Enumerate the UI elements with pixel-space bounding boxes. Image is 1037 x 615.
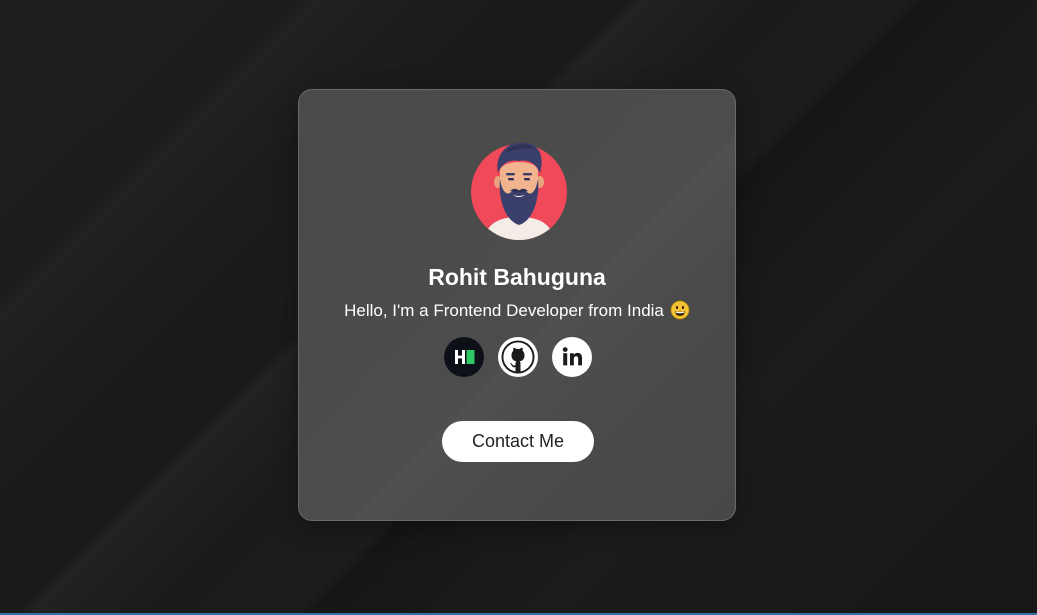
social-links	[444, 337, 594, 379]
linkedin-icon[interactable]	[552, 337, 592, 377]
tagline-text: Hello, I'm a Frontend Developer from Ind…	[344, 301, 664, 320]
hackerrank-icon[interactable]	[444, 337, 484, 377]
contact-me-button[interactable]: Contact Me	[442, 421, 594, 462]
profile-card: Rohit Bahuguna Hello, I'm a Frontend Dev…	[298, 89, 736, 521]
github-icon[interactable]	[498, 337, 538, 377]
grinning-face-emoji-icon	[670, 300, 690, 320]
profile-tagline: Hello, I'm a Frontend Developer from Ind…	[299, 300, 735, 321]
avatar	[471, 142, 567, 240]
profile-name: Rohit Bahuguna	[428, 264, 606, 290]
